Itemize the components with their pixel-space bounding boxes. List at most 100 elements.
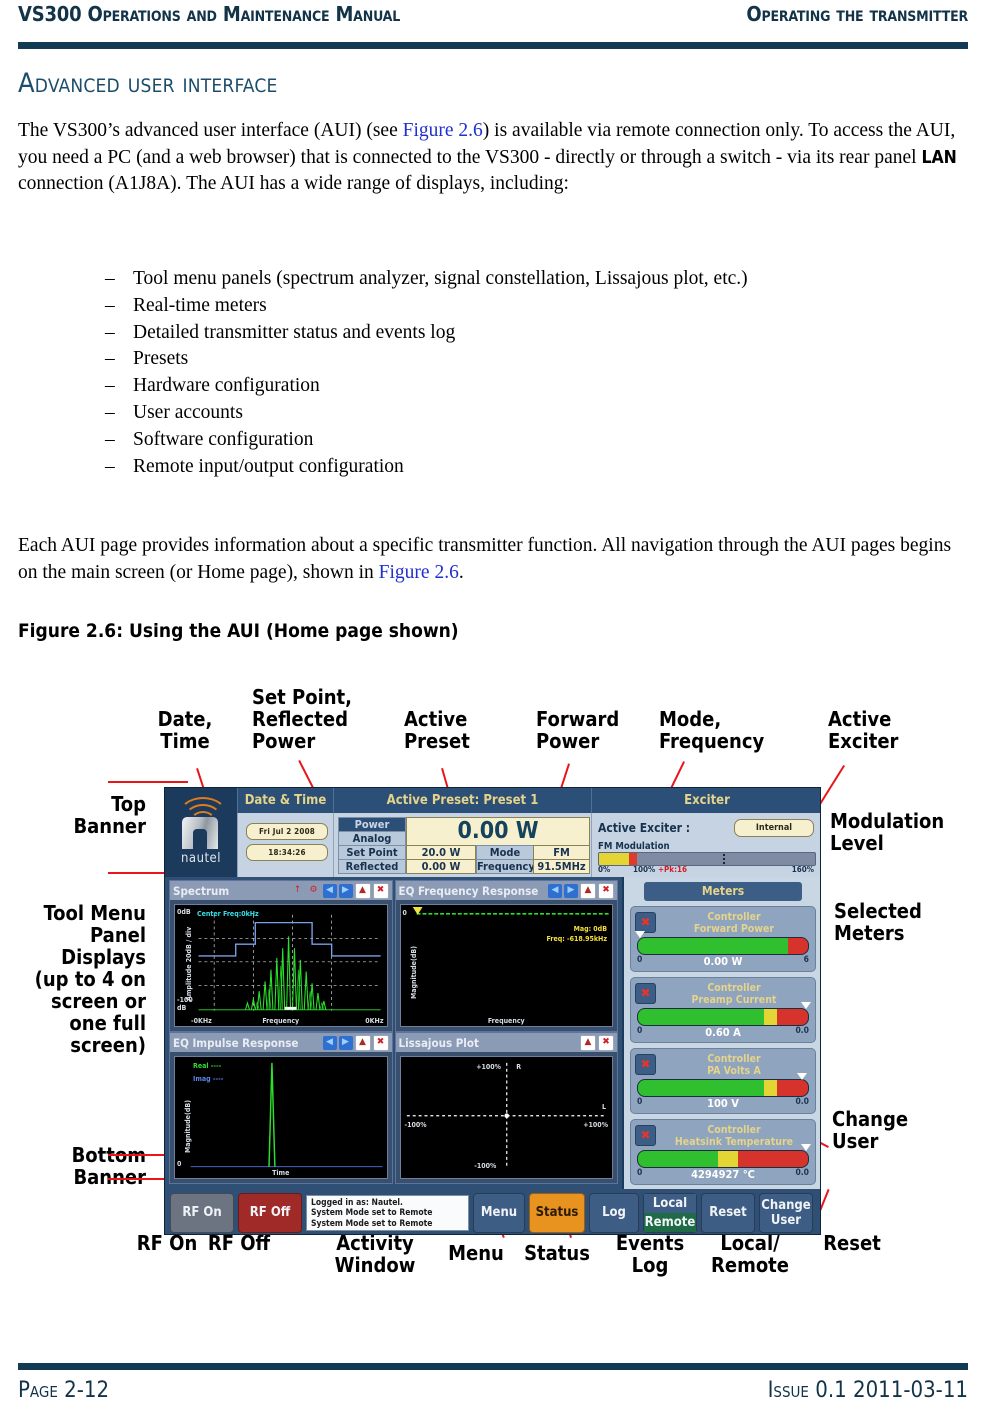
date-field[interactable]: Fri Jul 2 2008 bbox=[246, 823, 328, 840]
eq-impulse-header: EQ Impulse Response ◀ ▶ ▲ ✖ bbox=[170, 1033, 392, 1052]
active-preset-panel: Active Preset: Preset 1 Power Analog Set… bbox=[333, 788, 591, 877]
settings-gear-icon[interactable]: ⚙ bbox=[307, 884, 321, 898]
maximize-icon[interactable]: ▲ bbox=[580, 1034, 596, 1051]
spectrum-center-freq: Center Freq:0kHz bbox=[197, 910, 259, 918]
callout-reset: Reset bbox=[823, 1231, 881, 1255]
spectrum-y-top: 0dB bbox=[177, 908, 191, 916]
frequency-value[interactable]: 91.5MHz bbox=[533, 859, 590, 874]
local-label[interactable]: Local bbox=[644, 1193, 696, 1213]
meter-max: 6 bbox=[803, 955, 809, 965]
exciter-header: Exciter bbox=[591, 788, 820, 813]
set-point-value[interactable]: 20.0 W bbox=[406, 845, 476, 860]
figure-2-6: Date, Time Set Point, Reflected Power Ac… bbox=[0, 660, 986, 1320]
lissajous-title: Lissajous Plot bbox=[398, 1035, 479, 1050]
meter-heatsink-temperature[interactable]: ✖ Controller Heatsink Temperature 0 4294… bbox=[630, 1119, 816, 1185]
tool-panel-eq-impulse-response[interactable]: EQ Impulse Response ◀ ▶ ▲ ✖ Real ---- Im… bbox=[169, 1032, 393, 1184]
meter-source: Controller bbox=[707, 911, 761, 923]
prev-icon[interactable]: ◀ bbox=[548, 883, 562, 898]
close-icon[interactable]: ✖ bbox=[635, 1125, 656, 1146]
tool-panel-eq-frequency-response[interactable]: EQ Frequency Response ◀ ▶ ▲ ✖ 0 Magnitud… bbox=[394, 880, 618, 1032]
close-icon[interactable]: ✖ bbox=[635, 912, 656, 933]
next-icon[interactable]: ▶ bbox=[338, 883, 353, 898]
mod-scale-peak: +Pk:16 bbox=[658, 865, 687, 874]
change-user-button[interactable]: Change User bbox=[759, 1192, 813, 1233]
spectrum-svg bbox=[198, 914, 381, 1011]
maximize-icon[interactable]: ▲ bbox=[354, 882, 371, 899]
figure-xref-1[interactable]: Figure 2.6 bbox=[403, 120, 483, 141]
callout-active-preset: Active Preset bbox=[404, 707, 470, 753]
reset-button[interactable]: Reset bbox=[701, 1192, 755, 1233]
meter-value: 0.60 A bbox=[705, 1026, 741, 1039]
eq-freq-mag-annotation: Mag: 0dB bbox=[573, 925, 607, 933]
list-item: – Remote input/output configuration bbox=[105, 454, 965, 481]
mod-bar-red bbox=[629, 853, 637, 865]
issue-date: Issue 0.1 2011-03-11 bbox=[767, 1378, 968, 1403]
meter-pa-volts-a[interactable]: ✖ Controller PA Volts A 0 100 V 0.0 bbox=[630, 1048, 816, 1114]
running-head-left: VS300 Operations and Maintenance Manual bbox=[18, 2, 401, 26]
list-item: – Software configuration bbox=[105, 427, 965, 454]
list-item: – User accounts bbox=[105, 400, 965, 427]
maximize-icon[interactable]: ▲ bbox=[580, 882, 596, 899]
figure-xref-2[interactable]: Figure 2.6 bbox=[379, 562, 459, 583]
prev-icon[interactable]: ◀ bbox=[322, 1035, 337, 1050]
callout-events-log: Events Log bbox=[615, 1231, 685, 1277]
mode-label: Mode bbox=[476, 845, 534, 860]
eq-impulse-title: EQ Impulse Response bbox=[173, 1035, 299, 1050]
power-label: Power bbox=[338, 817, 406, 832]
mod-scale-100: 100% bbox=[633, 865, 656, 874]
status-button[interactable]: Status bbox=[529, 1192, 585, 1233]
close-icon[interactable]: ✖ bbox=[598, 882, 614, 899]
local-remote-toggle[interactable]: Local Remote bbox=[643, 1192, 697, 1233]
list-item: – Tool menu panels (spectrum analyzer, s… bbox=[105, 266, 965, 293]
callout-local-remote: Local/ Remote bbox=[711, 1231, 789, 1277]
prev-icon[interactable]: ◀ bbox=[322, 883, 337, 898]
next-icon[interactable]: ▶ bbox=[338, 1035, 353, 1050]
aui-top-banner: nautel Date & Time Fri Jul 2 2008 18:34:… bbox=[165, 788, 820, 877]
callout-rf-off: RF Off bbox=[207, 1231, 271, 1255]
next-icon[interactable]: ▶ bbox=[564, 883, 578, 898]
remote-label[interactable]: Remote bbox=[644, 1212, 696, 1232]
lissajous-plot: +100% R -100% -100% +100% L bbox=[399, 1056, 613, 1179]
callout-mode-frequency: Mode, Frequency bbox=[659, 707, 765, 753]
spectrum-plot: Center Freq:0kHz 0dB -100 dB Amplitude 2… bbox=[174, 904, 388, 1027]
callout-selected-meters: Selected Meters bbox=[834, 899, 922, 945]
rf-on-button[interactable]: RF On bbox=[170, 1192, 234, 1233]
list-item: – Detailed transmitter status and events… bbox=[105, 320, 965, 347]
activity-window[interactable]: Logged in as: Nautel. System Mode set to… bbox=[306, 1194, 469, 1231]
header-rule bbox=[18, 42, 968, 49]
callout-rf-on: RF On bbox=[136, 1231, 198, 1255]
mod-scale-0: 0% bbox=[598, 865, 611, 874]
lan-term: LAN bbox=[921, 147, 957, 168]
active-exciter-value[interactable]: Internal bbox=[734, 819, 814, 837]
page-title: Advanced user interface bbox=[18, 68, 278, 99]
tool-panel-lissajous-plot[interactable]: Lissajous Plot ▲ ✖ +100% R -100% -100% +… bbox=[394, 1032, 618, 1184]
page-footer: Page 2-12 Issue 0.1 2011-03-11 bbox=[18, 1378, 968, 1403]
figure-caption: Figure 2.6: Using the AUI (Home page sho… bbox=[18, 620, 459, 642]
meter-bar bbox=[637, 1150, 809, 1168]
activity-line: System Mode set to Remote bbox=[311, 1208, 433, 1218]
rf-off-button[interactable]: RF Off bbox=[238, 1192, 302, 1233]
callout-bottom-banner: Bottom Banner bbox=[71, 1143, 146, 1189]
meter-forward-power[interactable]: ✖ Controller Forward Power 0 0.00 W 6 bbox=[630, 906, 816, 972]
maximize-icon[interactable]: ▲ bbox=[354, 1034, 371, 1051]
aui-main-area: Spectrum ↑ ⚙ ◀ ▶ ▲ ✖ Center Freq:0kHz 0d… bbox=[165, 877, 820, 1189]
eq-freq-plot: 0 Magnitude(dB) Mag: 0dB Freq: -618.95kH… bbox=[399, 904, 613, 1027]
close-icon[interactable]: ✖ bbox=[372, 1034, 389, 1051]
mode-value[interactable]: FM bbox=[533, 845, 590, 860]
menu-button[interactable]: Menu bbox=[473, 1192, 525, 1233]
antenna-icon[interactable]: ↑ bbox=[291, 884, 305, 898]
close-icon[interactable]: ✖ bbox=[635, 983, 656, 1004]
eq-freq-y-axis-label: Magnitude(dB) bbox=[409, 945, 418, 999]
meters-panel: Meters ✖ Controller Forward Power 0 0.00… bbox=[622, 877, 820, 1189]
close-icon[interactable]: ✖ bbox=[598, 1034, 614, 1051]
list-bullet: – bbox=[105, 348, 115, 370]
tool-panel-spectrum[interactable]: Spectrum ↑ ⚙ ◀ ▶ ▲ ✖ Center Freq:0kHz 0d… bbox=[169, 880, 393, 1032]
meter-name: Forward Power bbox=[693, 923, 775, 935]
close-icon[interactable]: ✖ bbox=[372, 882, 389, 899]
time-field[interactable]: 18:34:26 bbox=[246, 844, 328, 861]
events-log-button[interactable]: Log bbox=[589, 1192, 639, 1233]
forward-power-value: 0.00 W bbox=[406, 817, 590, 846]
list-item-label: Presets bbox=[133, 348, 189, 370]
close-icon[interactable]: ✖ bbox=[635, 1054, 656, 1075]
meter-preamp-current[interactable]: ✖ Controller Preamp Current 0 0.60 A 0.0 bbox=[630, 977, 816, 1043]
